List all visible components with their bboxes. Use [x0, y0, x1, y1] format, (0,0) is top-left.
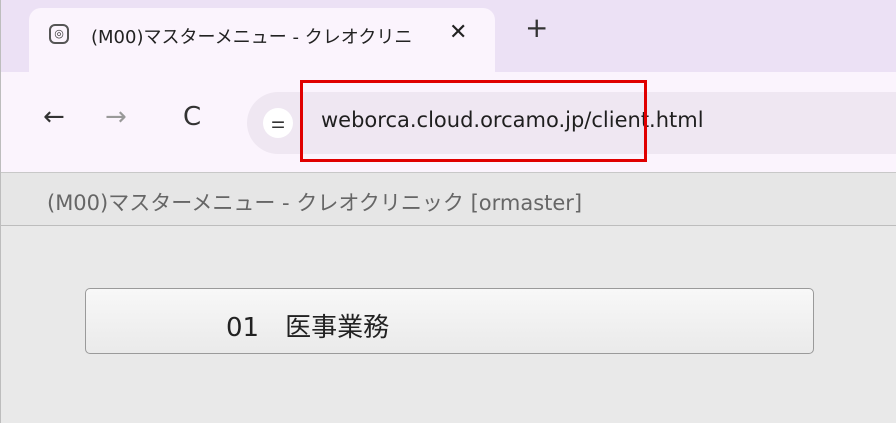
tab-title: (M00)マスターメニュー - クレオクリニ — [91, 27, 413, 48]
annotation-highlight-box — [300, 80, 647, 162]
page-title: (M00)マスターメニュー - クレオクリニック [ormaster] — [47, 191, 583, 215]
close-icon[interactable]: ✕ — [449, 20, 467, 45]
clinic-favicon-icon: ◎ — [49, 24, 69, 44]
menu-button-label: 01 医事業務 — [226, 313, 390, 343]
back-arrow-icon[interactable]: ← — [43, 102, 65, 132]
forward-arrow-icon[interactable]: → — [105, 102, 127, 132]
browser-window: ◎ (M00)マスターメニュー - クレオクリニ ✕ + ← → C ⚌ web… — [0, 0, 896, 423]
page-header: (M00)マスターメニュー - クレオクリニック [ormaster] — [1, 172, 896, 226]
tab-strip: ◎ (M00)マスターメニュー - クレオクリニ ✕ + — [1, 0, 896, 72]
reload-icon[interactable]: C — [183, 102, 201, 132]
page-content: 01 医事業務 — [1, 226, 896, 423]
site-info-icon[interactable]: ⚌ — [263, 108, 293, 138]
medical-affairs-button[interactable]: 01 医事業務 — [85, 288, 814, 354]
new-tab-button[interactable]: + — [525, 14, 548, 42]
browser-tab[interactable]: ◎ (M00)マスターメニュー - クレオクリニ ✕ — [29, 8, 495, 72]
